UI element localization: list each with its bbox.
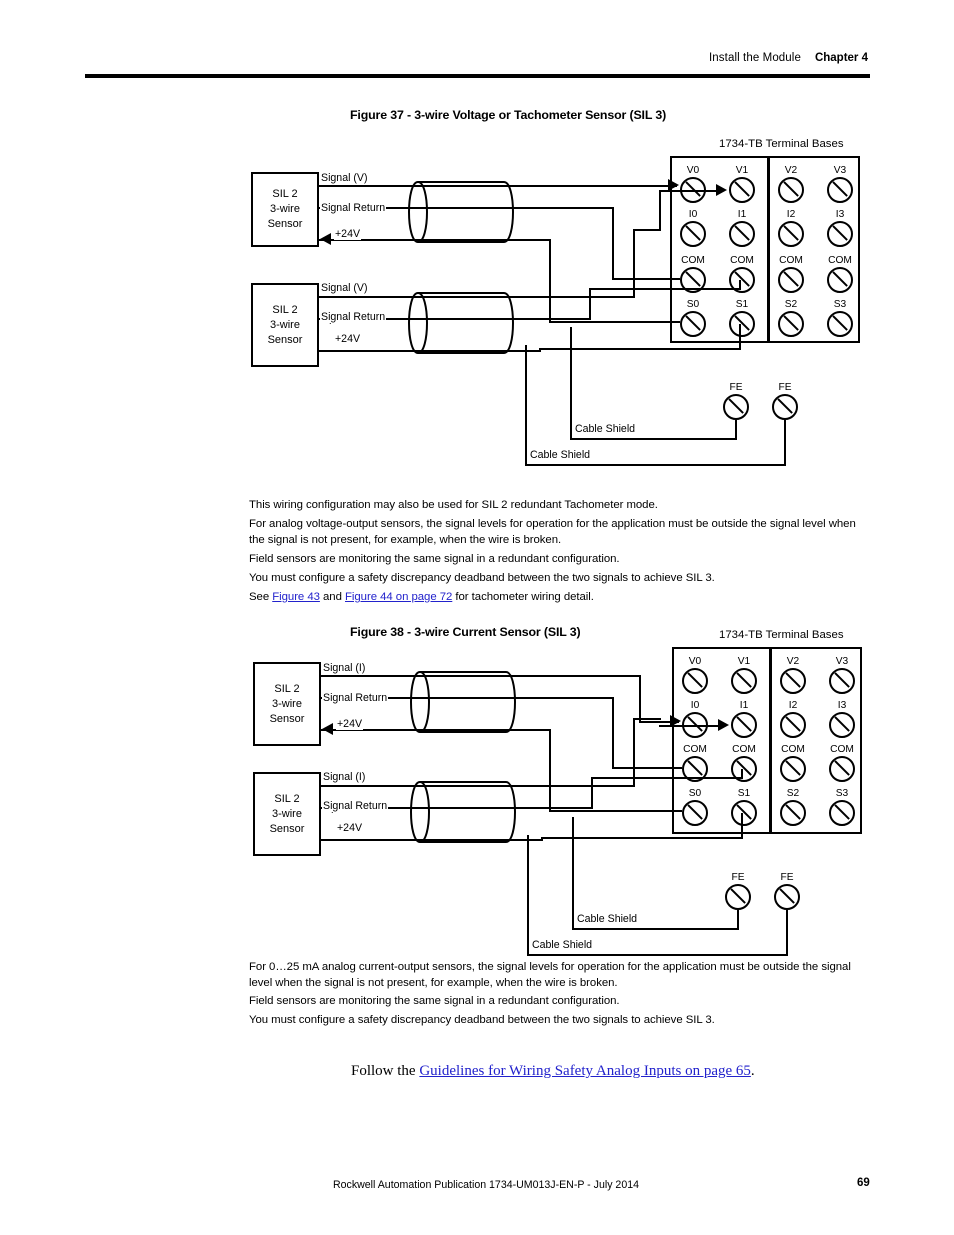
terminal-label-v1-38: V1	[737, 656, 751, 667]
footer-page-number: 69	[857, 1177, 870, 1189]
terminal-label-s1-38: S1	[737, 788, 751, 799]
wire-24v-1-drop-fig38	[549, 729, 551, 811]
sensor-label-line3: Sensor	[269, 712, 305, 725]
sensor-label-line2: 3-wire	[272, 697, 302, 710]
terminal-screw-v0-38[interactable]	[682, 668, 708, 694]
wire-label-signal-1-fig38: Signal (I)	[322, 662, 367, 674]
wire-signal-1-drop-fig38	[639, 675, 641, 723]
terminal-screw-i3-38[interactable]	[829, 712, 855, 738]
wire-return-1-to-com-fig38	[612, 767, 682, 769]
shield-2-drop-fig38	[527, 835, 529, 955]
terminal-label-v2-38: V2	[786, 656, 800, 667]
figure-38-note-1: For 0…25 mA analog current-output sensor…	[249, 961, 851, 989]
terminal-screw-fe1-fig38[interactable]	[725, 884, 751, 910]
terminal-label-com0-38: COM	[683, 744, 707, 755]
cable-barrel-1-fig38	[402, 668, 522, 736]
fe-label-1-fig38: FE	[731, 872, 745, 883]
figure-38-note-3: You must configure a safety discrepancy …	[249, 1014, 715, 1026]
terminal-label-i3-38: I3	[837, 700, 847, 711]
terminal-base-divider-38	[769, 647, 772, 834]
terminal-screw-fe2-fig38[interactable]	[774, 884, 800, 910]
shield-1-run-fig38	[572, 928, 739, 930]
terminal-screw-i1-38[interactable]	[731, 712, 757, 738]
wire-signal-1-fig38	[321, 675, 641, 677]
sensor-box-2-fig38: SIL 2 3-wire Sensor	[253, 772, 321, 856]
sensor-box-1-fig38: SIL 2 3-wire Sensor	[253, 662, 321, 746]
wire-return-2-rise-fig38	[591, 777, 593, 809]
wire-signal-2-top-fig38	[633, 718, 661, 720]
wire-com1-stub-fig38	[741, 769, 743, 779]
figure-38-note-2: Field sensors are monitoring the same si…	[249, 995, 620, 1007]
follow-prefix: Follow the	[351, 1063, 420, 1079]
sensor-label-line1: SIL 2	[274, 682, 300, 695]
wire-label-24v-1-fig38: +24V	[336, 718, 364, 730]
wire-label-signal-2-fig38: Signal (I)	[322, 771, 367, 783]
shield-1-drop-fig38	[572, 817, 574, 930]
figure-38-diagram: 1734-TB Terminal Bases V0 V1 V2 V3 I0 I1…	[0, 0, 954, 1000]
terminal-screw-v3-38[interactable]	[829, 668, 855, 694]
terminal-screw-s0-38[interactable]	[682, 800, 708, 826]
arrow-to-i1-fig38	[718, 719, 729, 731]
cable-barrel-2-fig38	[402, 778, 522, 846]
terminal-screw-s3-38[interactable]	[829, 800, 855, 826]
terminal-label-i0-38: I0	[690, 700, 700, 711]
terminal-screw-i2-38[interactable]	[780, 712, 806, 738]
fe-label-2-fig38: FE	[780, 872, 794, 883]
wire-signal-2-fig38	[321, 785, 635, 787]
terminal-screw-v1-38[interactable]	[731, 668, 757, 694]
shield-2-rise-fig38	[786, 910, 788, 955]
wire-label-24v-2-fig38: +24V	[336, 822, 364, 834]
terminal-base-title-38: 1734-TB Terminal Bases	[719, 629, 844, 641]
follow-guidelines-line: Follow the Guidelines for Wiring Safety …	[351, 1063, 755, 1080]
shield-2-run-fig38	[527, 954, 788, 956]
terminal-screw-s1-38[interactable]	[731, 800, 757, 826]
terminal-label-com3-38: COM	[830, 744, 854, 755]
terminal-screw-com3-38[interactable]	[829, 756, 855, 782]
terminal-label-com2-38: COM	[781, 744, 805, 755]
terminal-label-s3-38: S3	[835, 788, 849, 799]
terminal-label-s0-38: S0	[688, 788, 702, 799]
terminal-label-v3-38: V3	[835, 656, 849, 667]
sensor-label-line1: SIL 2	[274, 792, 300, 805]
terminal-label-i1-38: I1	[739, 700, 749, 711]
wire-return-2-to-com1-fig38	[591, 777, 743, 779]
shield-label-2-fig38: Cable Shield	[531, 939, 594, 951]
terminal-label-com1-38: COM	[732, 744, 756, 755]
wire-s1-drop-fig38	[741, 813, 743, 839]
wire-24v-1-to-s0-fig38	[549, 810, 682, 812]
terminal-label-v0-38: V0	[688, 656, 702, 667]
page: Install the Module Chapter 4 Figure 37 -…	[0, 0, 954, 1235]
wire-label-return-2-fig38: Signal Return	[322, 800, 389, 812]
wire-24v-2-fig38	[321, 839, 543, 841]
wire-return-1-drop-fig38	[612, 697, 614, 769]
shield-label-1-fig38: Cable Shield	[576, 913, 639, 925]
wire-label-return-1-fig38: Signal Return	[322, 692, 389, 704]
terminal-label-s2-38: S2	[786, 788, 800, 799]
sensor-label-line2: 3-wire	[272, 807, 302, 820]
follow-suffix: .	[750, 1063, 755, 1079]
terminal-screw-com2-38[interactable]	[780, 756, 806, 782]
terminal-label-i2-38: I2	[788, 700, 798, 711]
arrow-24v-1-fig38	[322, 723, 333, 735]
sensor-label-line3: Sensor	[269, 822, 305, 835]
wire-signal-2-to-i1-fig38	[659, 725, 719, 727]
terminal-screw-s2-38[interactable]	[780, 800, 806, 826]
footer-publication: Rockwell Automation Publication 1734-UM0…	[333, 1179, 639, 1191]
shield-1-rise-fig38	[737, 910, 739, 929]
follow-link-guidelines[interactable]: Guidelines for Wiring Safety Analog Inpu…	[419, 1063, 751, 1079]
terminal-screw-v2-38[interactable]	[780, 668, 806, 694]
